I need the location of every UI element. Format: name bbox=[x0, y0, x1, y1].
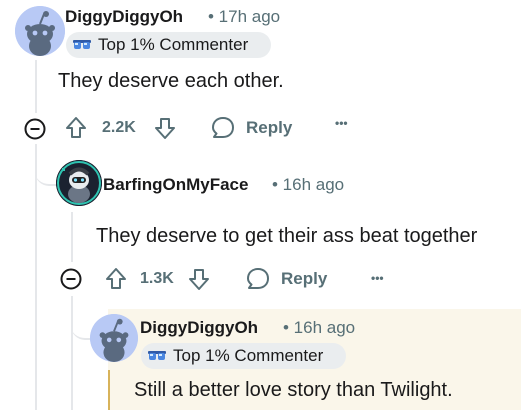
upvote-button[interactable] bbox=[102, 265, 130, 293]
badge-label: Top 1% Commenter bbox=[173, 346, 324, 365]
comment-body: They deserve to get their ass beat toget… bbox=[96, 225, 478, 247]
commenter-badge: Top 1% Commenter bbox=[141, 343, 346, 369]
thread-connector bbox=[71, 300, 91, 340]
avatar[interactable] bbox=[56, 160, 102, 206]
thread-line[interactable] bbox=[35, 144, 37, 410]
comment-author[interactable]: DiggyDiggyOh bbox=[140, 318, 258, 338]
more-options-button[interactable]: ••• bbox=[371, 271, 384, 285]
collapse-button[interactable] bbox=[22, 116, 48, 142]
highlight-indicator bbox=[108, 370, 110, 410]
comment-timestamp[interactable]: • 17h ago bbox=[208, 7, 280, 27]
minus-circle-icon bbox=[24, 118, 46, 140]
upvote-arrow-icon bbox=[66, 117, 86, 138]
speech-bubble-icon bbox=[247, 268, 269, 289]
more-options-button[interactable]: ••• bbox=[335, 116, 348, 130]
comment-body: Still a better love story than Twilight. bbox=[134, 379, 453, 401]
downvote-arrow-icon bbox=[155, 118, 175, 139]
snoo-icon bbox=[15, 6, 65, 56]
comment-thread: DiggyDiggyOh • 17h ago Top 1% Commenter … bbox=[0, 0, 521, 410]
thread-connector bbox=[35, 150, 57, 186]
thread-line[interactable] bbox=[71, 212, 73, 262]
sunglasses-icon bbox=[73, 40, 91, 49]
avatar[interactable] bbox=[15, 6, 65, 56]
comment-author[interactable]: BarfingOnMyFace bbox=[103, 175, 248, 195]
thread-line[interactable] bbox=[35, 60, 37, 113]
speech-bubble-icon bbox=[212, 117, 234, 138]
downvote-button[interactable] bbox=[151, 114, 179, 142]
vote-count: 2.2K bbox=[102, 119, 136, 136]
snoo-icon bbox=[90, 314, 138, 362]
reply-label: Reply bbox=[246, 118, 293, 137]
downvote-button[interactable] bbox=[185, 265, 213, 293]
downvote-arrow-icon bbox=[189, 269, 209, 290]
comment-timestamp[interactable]: • 16h ago bbox=[272, 175, 344, 195]
upvote-button[interactable] bbox=[62, 114, 90, 142]
upvote-arrow-icon bbox=[106, 268, 126, 289]
vote-count: 1.3K bbox=[140, 270, 174, 287]
comment-author[interactable]: DiggyDiggyOh bbox=[65, 7, 183, 27]
collapse-button[interactable] bbox=[58, 266, 84, 292]
sunglasses-icon bbox=[148, 351, 166, 360]
reply-button[interactable]: Reply bbox=[210, 115, 292, 141]
minus-circle-icon bbox=[60, 268, 82, 290]
commenter-badge: Top 1% Commenter bbox=[66, 32, 271, 58]
comment-timestamp[interactable]: • 16h ago bbox=[283, 318, 355, 338]
comment-body: They deserve each other. bbox=[58, 70, 284, 92]
avatar-image bbox=[56, 160, 102, 206]
avatar[interactable] bbox=[90, 314, 138, 362]
reply-button[interactable]: Reply bbox=[245, 266, 327, 292]
badge-label: Top 1% Commenter bbox=[98, 35, 249, 54]
reply-label: Reply bbox=[281, 269, 328, 288]
